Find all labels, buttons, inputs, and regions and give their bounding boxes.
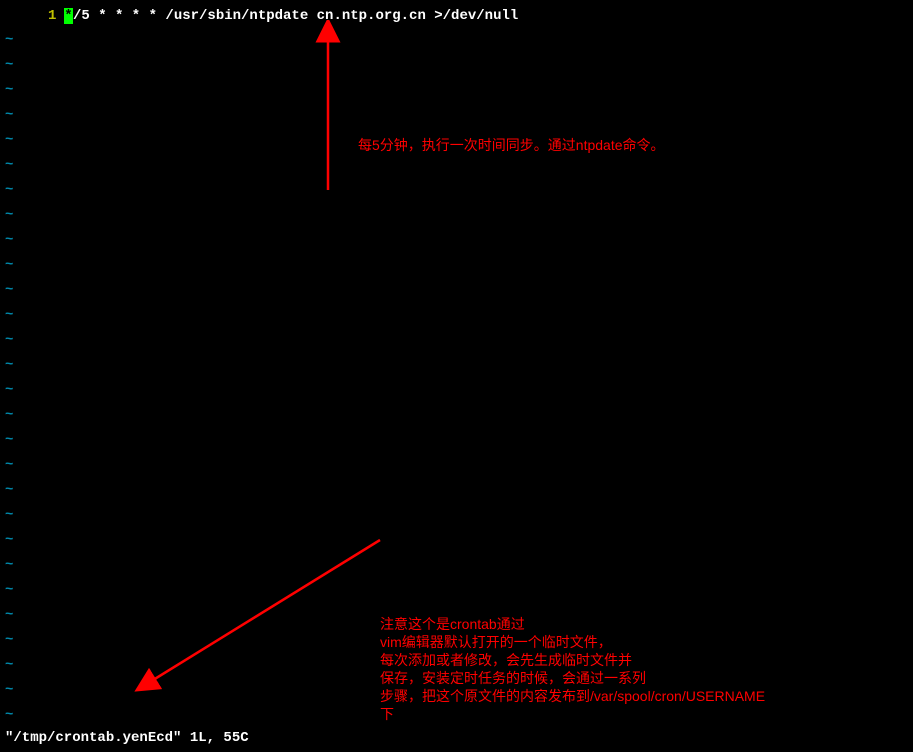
annotation-text-top: 每5分钟，执行一次时间同步。通过ntpdate命令。: [358, 136, 665, 154]
vim-tilde: ~: [5, 282, 13, 298]
crontab-line: /5 * * * * /usr/sbin/ntpdate cn.ntp.org.…: [73, 8, 518, 24]
vim-status-bar: "/tmp/crontab.yenEcd" 1L, 55C: [5, 730, 249, 746]
vim-editor-viewport[interactable]: 1 * /5 * * * * /usr/sbin/ntpdate cn.ntp.…: [0, 0, 913, 752]
vim-tilde: ~: [5, 507, 13, 523]
vim-tilde: ~: [5, 82, 13, 98]
vim-tilde: ~: [5, 582, 13, 598]
vim-tilde: ~: [5, 482, 13, 498]
line-number: 1: [48, 8, 56, 24]
annotation-text-bottom: 注意这个是crontab通过 vim编辑器默认打开的一个临时文件， 每次添加或者…: [380, 615, 765, 723]
vim-tilde: ~: [5, 432, 13, 448]
vim-tilde: ~: [5, 557, 13, 573]
vim-tilde: ~: [5, 357, 13, 373]
annotation-arrow-top: [310, 20, 350, 200]
vim-tilde: ~: [5, 107, 13, 123]
vim-tilde: ~: [5, 632, 13, 648]
annotation-arrow-bottom: [130, 530, 390, 700]
vim-tilde: ~: [5, 32, 13, 48]
vim-tilde: ~: [5, 407, 13, 423]
vim-tilde: ~: [5, 607, 13, 623]
vim-tilde: ~: [5, 57, 13, 73]
vim-tilde: ~: [5, 532, 13, 548]
vim-tilde: ~: [5, 157, 13, 173]
vim-tilde: ~: [5, 657, 13, 673]
vim-tilde: ~: [5, 307, 13, 323]
vim-tilde: ~: [5, 182, 13, 198]
vim-tilde: ~: [5, 457, 13, 473]
vim-tilde: ~: [5, 682, 13, 698]
vim-tilde: ~: [5, 707, 13, 723]
vim-tilde: ~: [5, 232, 13, 248]
vim-tilde: ~: [5, 207, 13, 223]
vim-cursor: *: [64, 8, 73, 24]
vim-tilde: ~: [5, 132, 13, 148]
vim-tilde: ~: [5, 257, 13, 273]
vim-tilde: ~: [5, 332, 13, 348]
vim-tilde: ~: [5, 382, 13, 398]
